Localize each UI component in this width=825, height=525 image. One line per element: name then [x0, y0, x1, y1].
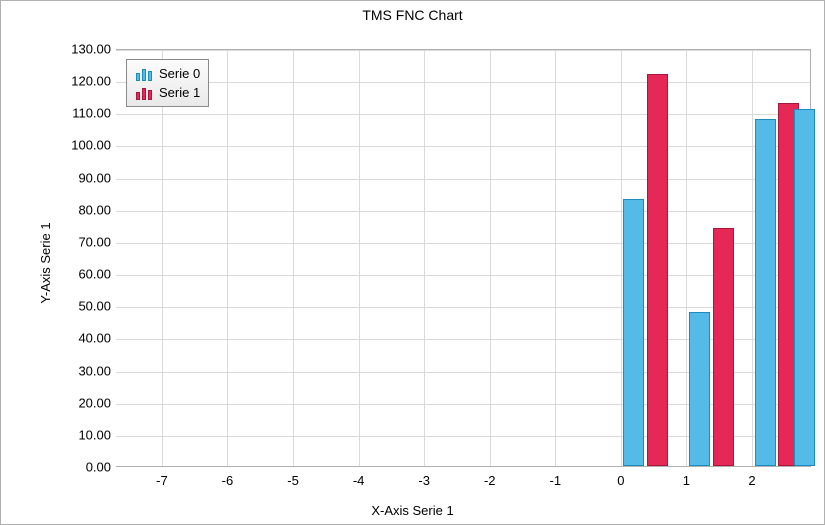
bar[interactable] [794, 109, 815, 466]
legend-label: Serie 0 [159, 66, 200, 81]
y-tick-label: 10.00 [78, 427, 111, 442]
gridline-h [116, 146, 810, 147]
y-tick-label: 120.00 [71, 74, 111, 89]
gridline-v [359, 50, 360, 466]
gridline-v [555, 50, 556, 466]
bar[interactable] [647, 74, 668, 466]
bar[interactable] [689, 312, 710, 466]
gridline-v [752, 50, 753, 466]
gridline-h [116, 82, 810, 83]
plot-area [116, 49, 811, 467]
bar[interactable] [713, 228, 734, 466]
x-tick-label: -2 [484, 473, 496, 488]
gridline-v [162, 50, 163, 466]
legend-item-serie-0[interactable]: Serie 0 [133, 64, 202, 83]
gridline-h [116, 50, 810, 51]
y-tick-label: 100.00 [71, 138, 111, 153]
x-tick-label: 1 [683, 473, 690, 488]
gridline-h [116, 275, 810, 276]
gridline-v [424, 50, 425, 466]
gridline-h [116, 211, 810, 212]
x-tick-label: -4 [353, 473, 365, 488]
gridline-v [293, 50, 294, 466]
x-tick-label: -6 [222, 473, 234, 488]
legend: Serie 0 Serie 1 [126, 59, 209, 107]
y-axis-label: Y-Axis Serie 1 [38, 222, 53, 303]
y-tick-label: 20.00 [78, 395, 111, 410]
chart-frame: TMS FNC Chart Y-Axis Serie 1 X-Axis Seri… [0, 0, 825, 525]
y-tick-label: 0.00 [86, 460, 111, 475]
bar[interactable] [623, 199, 644, 466]
y-tick-label: 130.00 [71, 42, 111, 57]
gridline-h [116, 243, 810, 244]
x-tick-label: -5 [287, 473, 299, 488]
gridline-v [621, 50, 622, 466]
y-tick-label: 60.00 [78, 267, 111, 282]
y-tick-label: 70.00 [78, 234, 111, 249]
bar-chart-icon [135, 86, 153, 100]
gridline-v [686, 50, 687, 466]
x-tick-label: -3 [418, 473, 430, 488]
x-tick-label: 2 [748, 473, 755, 488]
gridline-h [116, 179, 810, 180]
legend-label: Serie 1 [159, 85, 200, 100]
x-tick-label: -7 [156, 473, 168, 488]
gridline-v [490, 50, 491, 466]
y-tick-label: 110.00 [72, 106, 111, 121]
bar-chart-icon [135, 67, 153, 81]
y-tick-label: 50.00 [78, 299, 111, 314]
gridline-h [116, 114, 810, 115]
bar[interactable] [755, 119, 776, 466]
gridline-v [227, 50, 228, 466]
x-tick-label: -1 [550, 473, 562, 488]
x-tick-label: 0 [617, 473, 624, 488]
y-tick-label: 40.00 [78, 331, 111, 346]
y-tick-label: 30.00 [78, 363, 111, 378]
gridline-h [116, 307, 810, 308]
y-tick-label: 90.00 [78, 170, 111, 185]
y-tick-label: 80.00 [78, 202, 111, 217]
x-axis-label: X-Axis Serie 1 [1, 503, 824, 518]
legend-item-serie-1[interactable]: Serie 1 [133, 83, 202, 102]
chart-title: TMS FNC Chart [1, 7, 824, 23]
